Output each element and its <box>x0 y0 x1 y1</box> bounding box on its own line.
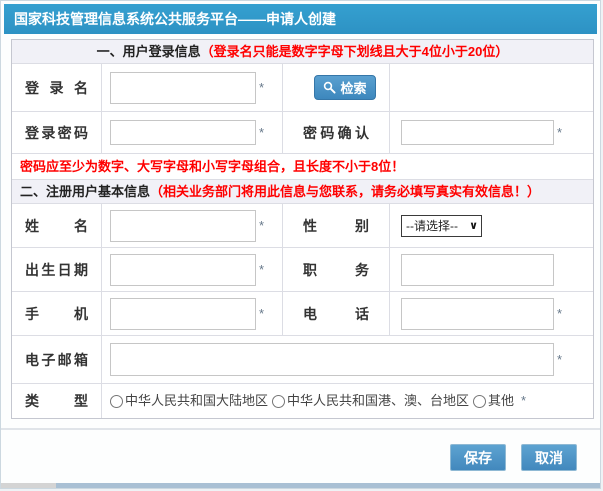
login-password-input[interactable] <box>110 120 256 145</box>
type-label: 类型 <box>12 384 101 418</box>
page-title: 国家科技管理信息系统公共服务平台——申请人创建 <box>14 11 336 27</box>
position-label-cell: 职务 <box>283 248 390 291</box>
section-basic-header: 二、注册用户基本信息（相关业务部门将用此信息与您联系，请务必填写真实有效信息！） <box>12 180 593 204</box>
password-confirm-label-cell: 密码确认 <box>283 112 390 153</box>
name-input[interactable] <box>110 210 256 242</box>
gender-select-value: --请选择-- <box>406 217 458 234</box>
mobile-input[interactable] <box>110 298 256 330</box>
chevron-down-icon: ∨ <box>469 219 478 232</box>
mobile-field-cell: * <box>102 292 283 335</box>
registration-form: 一、用户登录信息（登录名只能是数字字母下划线且大于4位小于20位） 登录名 * … <box>11 39 594 419</box>
gender-select[interactable]: --请选择-- ∨ <box>401 215 482 237</box>
type-options-cell: 中华人民共和国大陆地区 中华人民共和国港、澳、台地区 其他 * <box>102 384 593 418</box>
section-login-note: （登录名只能是数字字母下划线且大于4位小于20位） <box>201 44 509 59</box>
required-asterisk: * <box>259 292 264 336</box>
applicant-create-window: 国家科技管理信息系统公共服务平台——申请人创建 一、用户登录信息（登录名只能是数… <box>0 0 601 489</box>
search-button[interactable]: 检索 <box>314 75 376 100</box>
birth-date-label-cell: 出生日期 <box>12 248 102 291</box>
required-asterisk: * <box>259 204 264 248</box>
type-option-hmt-label: 中华人民共和国港、澳、台地区 <box>287 384 469 418</box>
search-button-cell: 检索 <box>283 64 390 111</box>
type-option-mainland-label: 中华人民共和国大陆地区 <box>125 384 268 418</box>
required-asterisk: * <box>259 64 264 112</box>
login-password-label-cell: 登录密码 <box>12 112 102 153</box>
password-hint: 密码应至少为数字、大写字母和小写字母组合，且长度不小于8位！ <box>20 159 404 174</box>
name-field-cell: * <box>102 204 283 247</box>
email-field-cell: * <box>102 336 593 383</box>
position-field-cell <box>390 248 593 291</box>
type-option-other[interactable]: 其他 <box>473 384 514 418</box>
login-name-input[interactable] <box>110 72 256 104</box>
window-titlebar: 国家科技管理信息系统公共服务平台——申请人创建 <box>4 4 597 34</box>
login-password-label: 登录密码 <box>12 112 101 154</box>
email-label: 电子邮箱 <box>12 336 101 384</box>
required-asterisk: * <box>557 336 562 384</box>
type-option-hmt[interactable]: 中华人民共和国港、澳、台地区 <box>272 384 469 418</box>
footer-divider <box>1 428 600 430</box>
search-button-label: 检索 <box>340 78 366 97</box>
type-radio-mainland[interactable] <box>110 395 123 408</box>
required-asterisk: * <box>259 112 264 154</box>
section-basic-title: 二、注册用户基本信息 <box>20 184 150 199</box>
action-buttons: 保存 取消 <box>450 444 577 471</box>
name-gender-row: 姓名 * 性别 --请选择-- ∨ <box>12 204 593 248</box>
phone-input[interactable] <box>401 298 554 330</box>
required-asterisk: * <box>557 112 562 154</box>
type-row: 类型 中华人民共和国大陆地区 中华人民共和国港、澳、台地区 其他 * <box>12 384 593 418</box>
position-label: 职务 <box>283 248 389 292</box>
login-name-label: 登录名 <box>12 64 101 112</box>
birth-date-input[interactable] <box>110 254 256 286</box>
gender-field-cell: --请选择-- ∨ <box>390 204 593 247</box>
mobile-phone-row: 手机 * 电话 * <box>12 292 593 336</box>
gender-label-cell: 性别 <box>283 204 390 247</box>
birth-date-label: 出生日期 <box>12 248 101 292</box>
login-name-field-cell: * <box>102 64 283 111</box>
required-asterisk: * <box>557 292 562 336</box>
email-row: 电子邮箱 * <box>12 336 593 384</box>
birth-date-field-cell: * <box>102 248 283 291</box>
required-asterisk: * <box>521 384 526 418</box>
login-name-row: 登录名 * 检索 <box>12 64 593 112</box>
section-login-title: 一、用户登录信息 <box>97 44 201 59</box>
cancel-button[interactable]: 取消 <box>521 444 577 471</box>
save-button[interactable]: 保存 <box>450 444 506 471</box>
type-radio-other[interactable] <box>473 395 486 408</box>
login-name-label-cell: 登录名 <box>12 64 102 111</box>
password-row: 登录密码 * 密码确认 * <box>12 112 593 154</box>
position-input[interactable] <box>401 254 554 286</box>
phone-field-cell: * <box>390 292 593 335</box>
password-confirm-field-cell: * <box>390 112 593 153</box>
type-option-other-label: 其他 <box>488 384 514 418</box>
type-label-cell: 类型 <box>12 384 102 418</box>
name-label: 姓名 <box>12 204 101 248</box>
mobile-label-cell: 手机 <box>12 292 102 335</box>
search-icon <box>323 81 336 94</box>
password-confirm-label: 密码确认 <box>283 112 389 154</box>
name-label-cell: 姓名 <box>12 204 102 247</box>
phone-label-cell: 电话 <box>283 292 390 335</box>
horizontal-scrollbar[interactable] <box>1 483 600 488</box>
section-login-header: 一、用户登录信息（登录名只能是数字字母下划线且大于4位小于20位） <box>12 40 593 64</box>
type-radio-hmt[interactable] <box>272 395 285 408</box>
password-confirm-input[interactable] <box>401 120 554 145</box>
login-password-field-cell: * <box>102 112 283 153</box>
gender-label: 性别 <box>283 204 389 248</box>
email-label-cell: 电子邮箱 <box>12 336 102 383</box>
email-input[interactable] <box>110 343 554 376</box>
empty-cell <box>390 64 593 111</box>
birth-position-row: 出生日期 * 职务 <box>12 248 593 292</box>
required-asterisk: * <box>259 248 264 292</box>
section-basic-note: （相关业务部门将用此信息与您联系，请务必填写真实有效信息！） <box>150 184 540 199</box>
type-option-mainland[interactable]: 中华人民共和国大陆地区 <box>110 384 268 418</box>
mobile-label: 手机 <box>12 292 101 336</box>
scrollbar-thumb[interactable] <box>56 483 600 488</box>
phone-label: 电话 <box>283 292 389 336</box>
password-hint-row: 密码应至少为数字、大写字母和小写字母组合，且长度不小于8位！ <box>12 154 593 180</box>
